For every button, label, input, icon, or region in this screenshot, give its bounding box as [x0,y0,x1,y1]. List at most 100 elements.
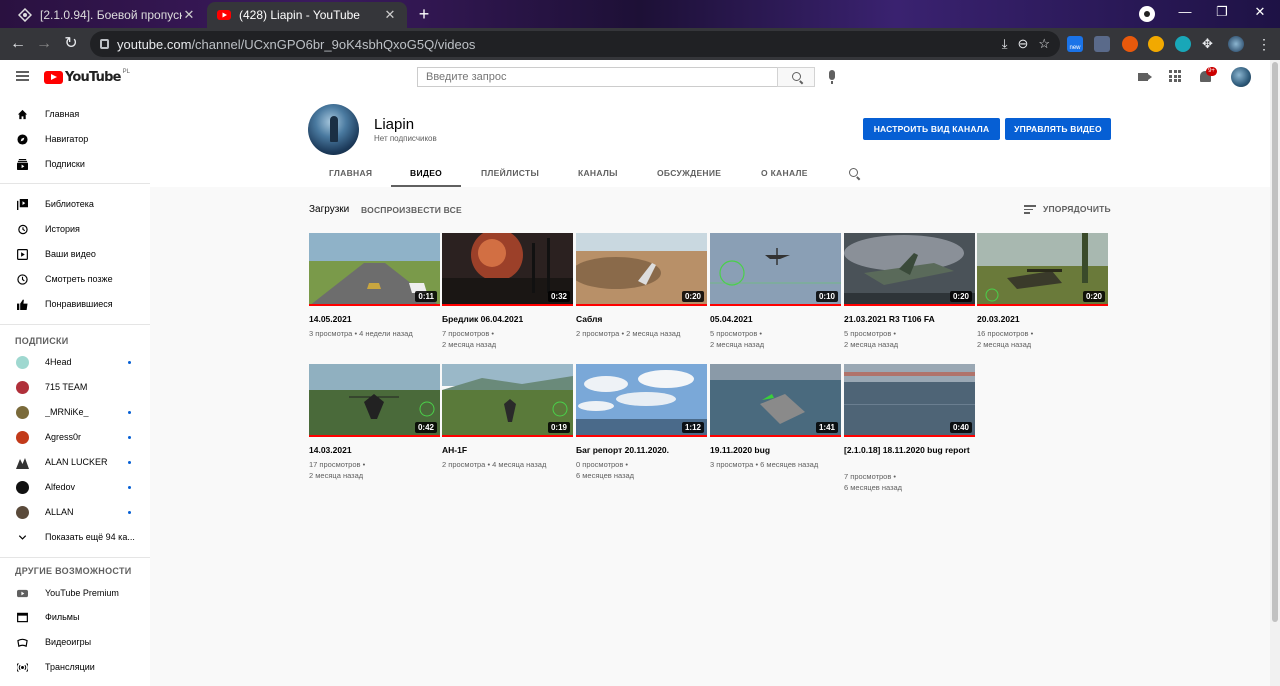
home-icon [17,109,28,119]
sidebar-item-watch-later[interactable]: Смотреть позже [0,267,150,291]
subscription-item[interactable]: 715 TEAM [0,375,150,399]
tab-home[interactable]: ГЛАВНАЯ [329,168,372,178]
customize-channel-button[interactable]: НАСТРОИТЬ ВИД КАНАЛА [863,118,1000,140]
subscription-item[interactable]: Agress0r [0,425,150,449]
video-thumbnail[interactable]: 0:20 [844,233,975,306]
search-input[interactable] [417,67,778,87]
close-tab-icon[interactable]: ✕ [383,7,397,23]
subscription-item[interactable]: ALLAN [0,500,150,524]
browser-tab-youtube[interactable]: (428) Liapin - YouTube ✕ [207,2,407,28]
channel-avatar[interactable] [308,104,359,155]
tab-videos[interactable]: ВИДЕО [410,168,442,178]
tab-discussion[interactable]: ОБСУЖДЕНИЕ [657,168,721,178]
forward-icon[interactable]: → [34,34,54,54]
install-app-icon[interactable]: ⤓ [1002,36,1008,52]
video-title[interactable]: Бредлик 06.04.2021 [442,313,572,325]
new-tab-button[interactable]: + [414,4,434,24]
subscription-item[interactable]: Alfedov [0,475,150,499]
maximize-icon[interactable]: ❐ [1212,4,1232,20]
close-tab-icon[interactable]: ✕ [182,7,196,23]
video-title[interactable]: 20.03.2021 [977,313,1107,325]
upload-age: 2 месяца назад [626,329,681,338]
tab-about[interactable]: О КАНАЛЕ [761,168,808,178]
sort-button[interactable]: УПОРЯДОЧИТЬ [1043,204,1111,214]
bookmark-star-icon[interactable]: ☆ [1038,36,1050,52]
sidebar-item-label: Библиотека [45,199,94,209]
search-button[interactable] [777,67,815,87]
tab-playlists[interactable]: ПЛЕЙЛИСТЫ [481,168,539,178]
video-thumbnail[interactable]: 0:20 [576,233,707,306]
sort-icon[interactable] [1024,205,1036,214]
video-title[interactable]: Сабля [576,313,706,325]
extension-icon[interactable] [1175,36,1191,52]
like-icon [17,298,28,310]
browser-tab-warthunder[interactable]: [2.1.0.94]. Боевой пропуск - Ист ✕ [8,2,206,28]
tab-channels[interactable]: КАНАЛЫ [578,168,618,178]
account-avatar[interactable] [1231,67,1251,87]
view-count: 2 просмотра [442,460,486,469]
extension-new-icon[interactable]: new [1067,36,1083,52]
youtube-logo[interactable]: YouTube PL [44,69,130,85]
microphone-icon[interactable] [829,70,835,84]
extensions-puzzle-icon[interactable]: ✥ [1202,36,1218,52]
extension-icon[interactable] [1148,36,1164,52]
video-thumbnail[interactable]: 0:42 [309,364,440,437]
browser-menu-icon[interactable]: ⋮ [1256,36,1272,52]
video-thumbnail[interactable]: 1:12 [576,364,707,437]
video-title[interactable]: AH-1F [442,444,572,456]
video-title[interactable]: 05.04.2021 [710,313,840,325]
video-meta: 5 просмотров • 2 месяца назад [710,329,765,349]
video-thumbnail[interactable]: 0:10 [710,233,841,306]
sidebar-item-premium[interactable]: YouTube Premium [0,581,150,605]
browser-profile-icon[interactable] [1139,6,1155,22]
subscription-item[interactable]: ALAN LUCKER [0,450,150,474]
video-title[interactable]: [2.1.0.18] 18.11.2020 bug report [844,444,974,456]
subscription-item[interactable]: _MRNiKe_ [0,400,150,424]
view-count: 17 просмотров [309,460,361,469]
sidebar-item-gaming[interactable]: Видеоигры [0,630,150,654]
minimize-icon[interactable]: — [1175,4,1195,19]
channel-header: Liapin Нет подписчиков НАСТРОИТЬ ВИД КАН… [150,94,1270,187]
video-thumbnail[interactable]: 0:20 [977,233,1108,306]
extension-badge: new [1069,45,1081,51]
create-video-icon[interactable] [1138,73,1152,81]
scrollbar-thumb[interactable] [1272,62,1278,622]
video-thumbnail[interactable]: 0:19 [442,364,573,437]
video-title[interactable]: 14.03.2021 [309,444,439,456]
close-window-icon[interactable]: ✕ [1250,4,1270,20]
sidebar-item-your-videos[interactable]: Ваши видео [0,242,150,266]
page-scrollbar[interactable] [1270,60,1280,686]
video-thumbnail[interactable]: 0:32 [442,233,573,306]
video-thumbnail[interactable]: 0:11 [309,233,440,306]
sidebar-item-label: Понравившиеся [45,299,113,309]
channel-search-icon[interactable] [849,168,858,177]
video-title[interactable]: Баг репорт 20.11.2020. [576,444,706,456]
sidebar-item-live[interactable]: Трансляции [0,655,150,679]
sidebar-item-home[interactable]: Главная [0,102,150,126]
sidebar-item-movies[interactable]: Фильмы [0,605,150,629]
address-bar[interactable]: youtube.com /channel/UCxnGPO6br_9oK4sbhQ… [90,31,1060,57]
sidebar-item-explore[interactable]: Навигатор [0,127,150,151]
video-thumbnail[interactable]: 0:40 [844,364,975,437]
sidebar-item-history[interactable]: История [0,217,150,241]
video-title[interactable]: 21.03.2021 R3 T106 FA [844,313,974,325]
show-more-subscriptions[interactable]: Показать ещё 94 ка... [0,525,150,549]
extension-icon[interactable] [1094,36,1110,52]
profile-avatar-icon[interactable] [1228,36,1244,52]
video-title[interactable]: 19.11.2020 bug [710,444,840,456]
subscription-item[interactable]: 4Head [0,350,150,374]
manage-videos-button[interactable]: УПРАВЛЯТЬ ВИДЕО [1005,118,1111,140]
back-icon[interactable]: ← [8,34,28,54]
menu-icon[interactable] [16,71,29,81]
extension-icon[interactable] [1122,36,1138,52]
sidebar-item-liked[interactable]: Понравившиеся [0,292,150,316]
zoom-icon[interactable]: ⊖ [1017,36,1028,52]
reload-icon[interactable]: ↻ [61,34,81,54]
sidebar-item-subscriptions[interactable]: Подписки [0,152,150,176]
play-all-button[interactable]: ВОСПРОИЗВЕСТИ ВСЕ [361,205,462,215]
video-thumbnail[interactable]: 1:41 [710,364,841,437]
video-title[interactable]: 14.05.2021 [309,313,439,325]
url-host: youtube.com [117,36,192,52]
sidebar-item-library[interactable]: Библиотека [0,192,150,216]
apps-grid-icon[interactable] [1169,70,1181,82]
